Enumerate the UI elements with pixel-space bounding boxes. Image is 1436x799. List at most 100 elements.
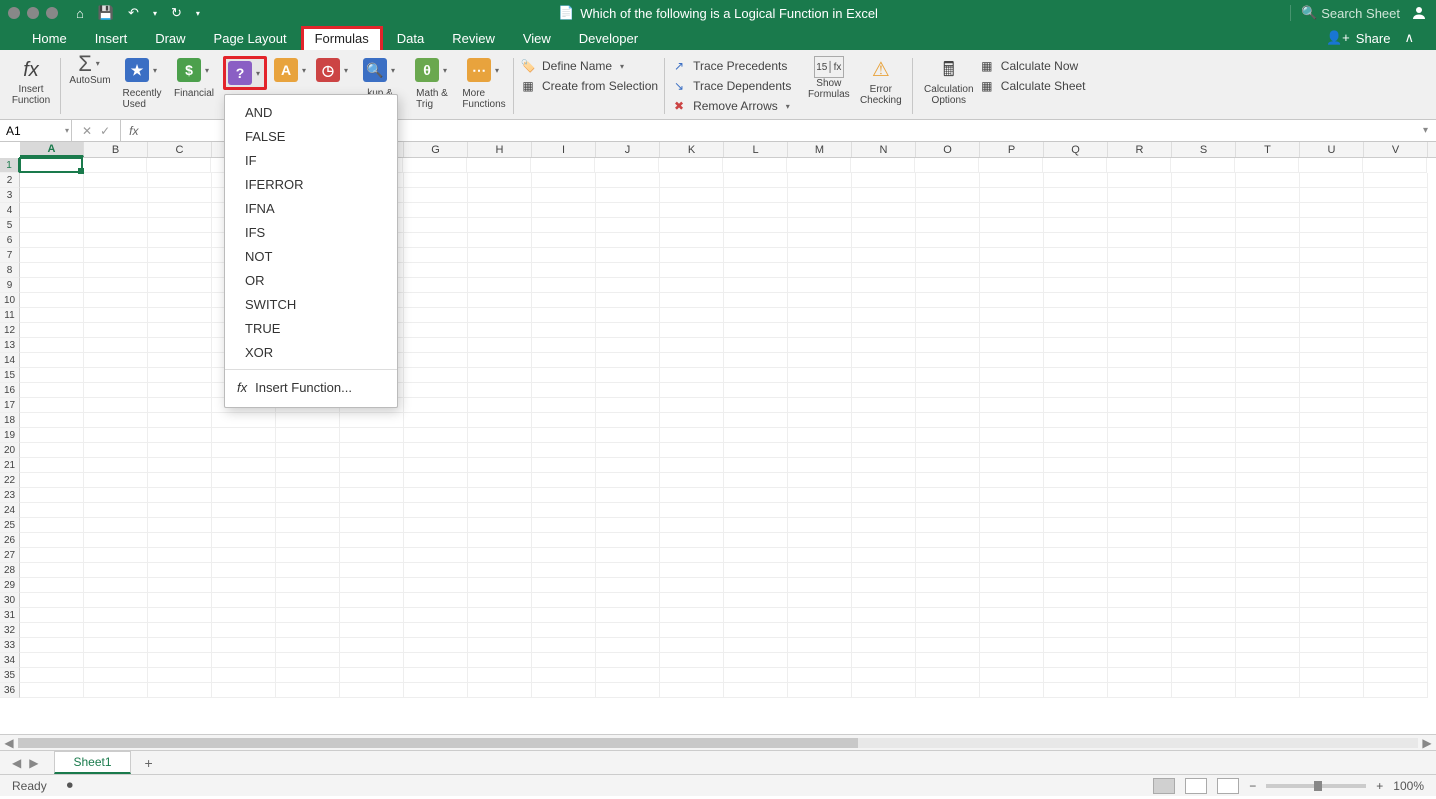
cell[interactable]	[148, 353, 212, 368]
column-header[interactable]: S	[1172, 142, 1236, 157]
cell[interactable]	[852, 683, 916, 698]
column-header[interactable]: C	[148, 142, 212, 157]
cell[interactable]	[1044, 338, 1108, 353]
cell[interactable]	[84, 338, 148, 353]
cell[interactable]	[404, 458, 468, 473]
cell[interactable]	[916, 638, 980, 653]
cell[interactable]	[84, 488, 148, 503]
cell[interactable]	[20, 323, 84, 338]
cell[interactable]	[340, 548, 404, 563]
cell[interactable]	[276, 503, 340, 518]
scroll-left-icon[interactable]: ◀	[0, 736, 18, 750]
normal-view-button[interactable]	[1153, 778, 1175, 794]
cell[interactable]	[1044, 623, 1108, 638]
cell[interactable]	[1108, 308, 1172, 323]
cell[interactable]	[1300, 203, 1364, 218]
row-header[interactable]: 6	[0, 233, 20, 248]
cell[interactable]	[532, 413, 596, 428]
cell[interactable]	[19, 157, 83, 173]
cell[interactable]	[980, 608, 1044, 623]
row-header[interactable]: 12	[0, 323, 20, 338]
cell[interactable]	[1172, 293, 1236, 308]
cell[interactable]	[724, 458, 788, 473]
cell[interactable]	[340, 428, 404, 443]
cell[interactable]	[468, 203, 532, 218]
cell[interactable]	[276, 443, 340, 458]
cell[interactable]	[1108, 218, 1172, 233]
cell[interactable]	[532, 203, 596, 218]
column-header[interactable]: I	[532, 142, 596, 157]
cell[interactable]	[1300, 383, 1364, 398]
cell[interactable]	[468, 683, 532, 698]
cell[interactable]	[852, 668, 916, 683]
cell[interactable]	[532, 353, 596, 368]
cell[interactable]	[1300, 443, 1364, 458]
cell[interactable]	[1364, 458, 1428, 473]
cell[interactable]	[1364, 578, 1428, 593]
cell[interactable]	[596, 488, 660, 503]
cell[interactable]	[916, 248, 980, 263]
dropdown-item[interactable]: IFS	[225, 221, 397, 245]
cell[interactable]	[916, 353, 980, 368]
cell[interactable]	[852, 653, 916, 668]
cell[interactable]	[851, 158, 915, 173]
cell[interactable]	[1236, 353, 1300, 368]
cell[interactable]	[468, 413, 532, 428]
cell[interactable]	[660, 398, 724, 413]
cell[interactable]	[1044, 428, 1108, 443]
column-header[interactable]: B	[84, 142, 148, 157]
cell[interactable]	[660, 473, 724, 488]
cell[interactable]	[852, 173, 916, 188]
cell[interactable]	[1364, 623, 1428, 638]
cell[interactable]	[980, 368, 1044, 383]
cell[interactable]	[916, 323, 980, 338]
cell[interactable]	[916, 563, 980, 578]
cell[interactable]	[276, 458, 340, 473]
cell[interactable]	[788, 368, 852, 383]
cell[interactable]	[916, 413, 980, 428]
row-header[interactable]: 33	[0, 638, 20, 653]
cell[interactable]	[468, 188, 532, 203]
cell[interactable]	[468, 308, 532, 323]
cell[interactable]	[1108, 188, 1172, 203]
cancel-formula-icon[interactable]: ✕	[82, 124, 92, 138]
cell[interactable]	[1236, 278, 1300, 293]
cell[interactable]	[84, 683, 148, 698]
cell[interactable]	[1044, 263, 1108, 278]
cell[interactable]	[916, 683, 980, 698]
cell[interactable]	[980, 653, 1044, 668]
cell[interactable]	[532, 233, 596, 248]
cell[interactable]	[916, 398, 980, 413]
cell[interactable]	[148, 338, 212, 353]
cell[interactable]	[532, 323, 596, 338]
cell[interactable]	[404, 488, 468, 503]
cell[interactable]	[596, 503, 660, 518]
cell[interactable]	[20, 458, 84, 473]
cell[interactable]	[212, 458, 276, 473]
cell[interactable]	[1236, 233, 1300, 248]
cell[interactable]	[1108, 593, 1172, 608]
cell[interactable]	[980, 293, 1044, 308]
cell[interactable]	[788, 188, 852, 203]
cell[interactable]	[20, 248, 84, 263]
cell[interactable]	[724, 533, 788, 548]
dropdown-item[interactable]: NOT	[225, 245, 397, 269]
cell[interactable]	[148, 248, 212, 263]
cell[interactable]	[1172, 203, 1236, 218]
cell[interactable]	[340, 533, 404, 548]
cell[interactable]	[1300, 503, 1364, 518]
cell[interactable]	[916, 608, 980, 623]
cell[interactable]	[404, 533, 468, 548]
cell[interactable]	[724, 668, 788, 683]
cell[interactable]	[1236, 638, 1300, 653]
cell[interactable]	[660, 323, 724, 338]
cell[interactable]	[20, 383, 84, 398]
row-header[interactable]: 7	[0, 248, 20, 263]
cell[interactable]	[660, 218, 724, 233]
cell[interactable]	[660, 683, 724, 698]
cell[interactable]	[84, 398, 148, 413]
expand-formula-bar-icon[interactable]: ▾	[1415, 125, 1436, 136]
cell[interactable]	[724, 563, 788, 578]
save-icon[interactable]: 💾	[98, 5, 114, 21]
cell[interactable]	[1108, 398, 1172, 413]
